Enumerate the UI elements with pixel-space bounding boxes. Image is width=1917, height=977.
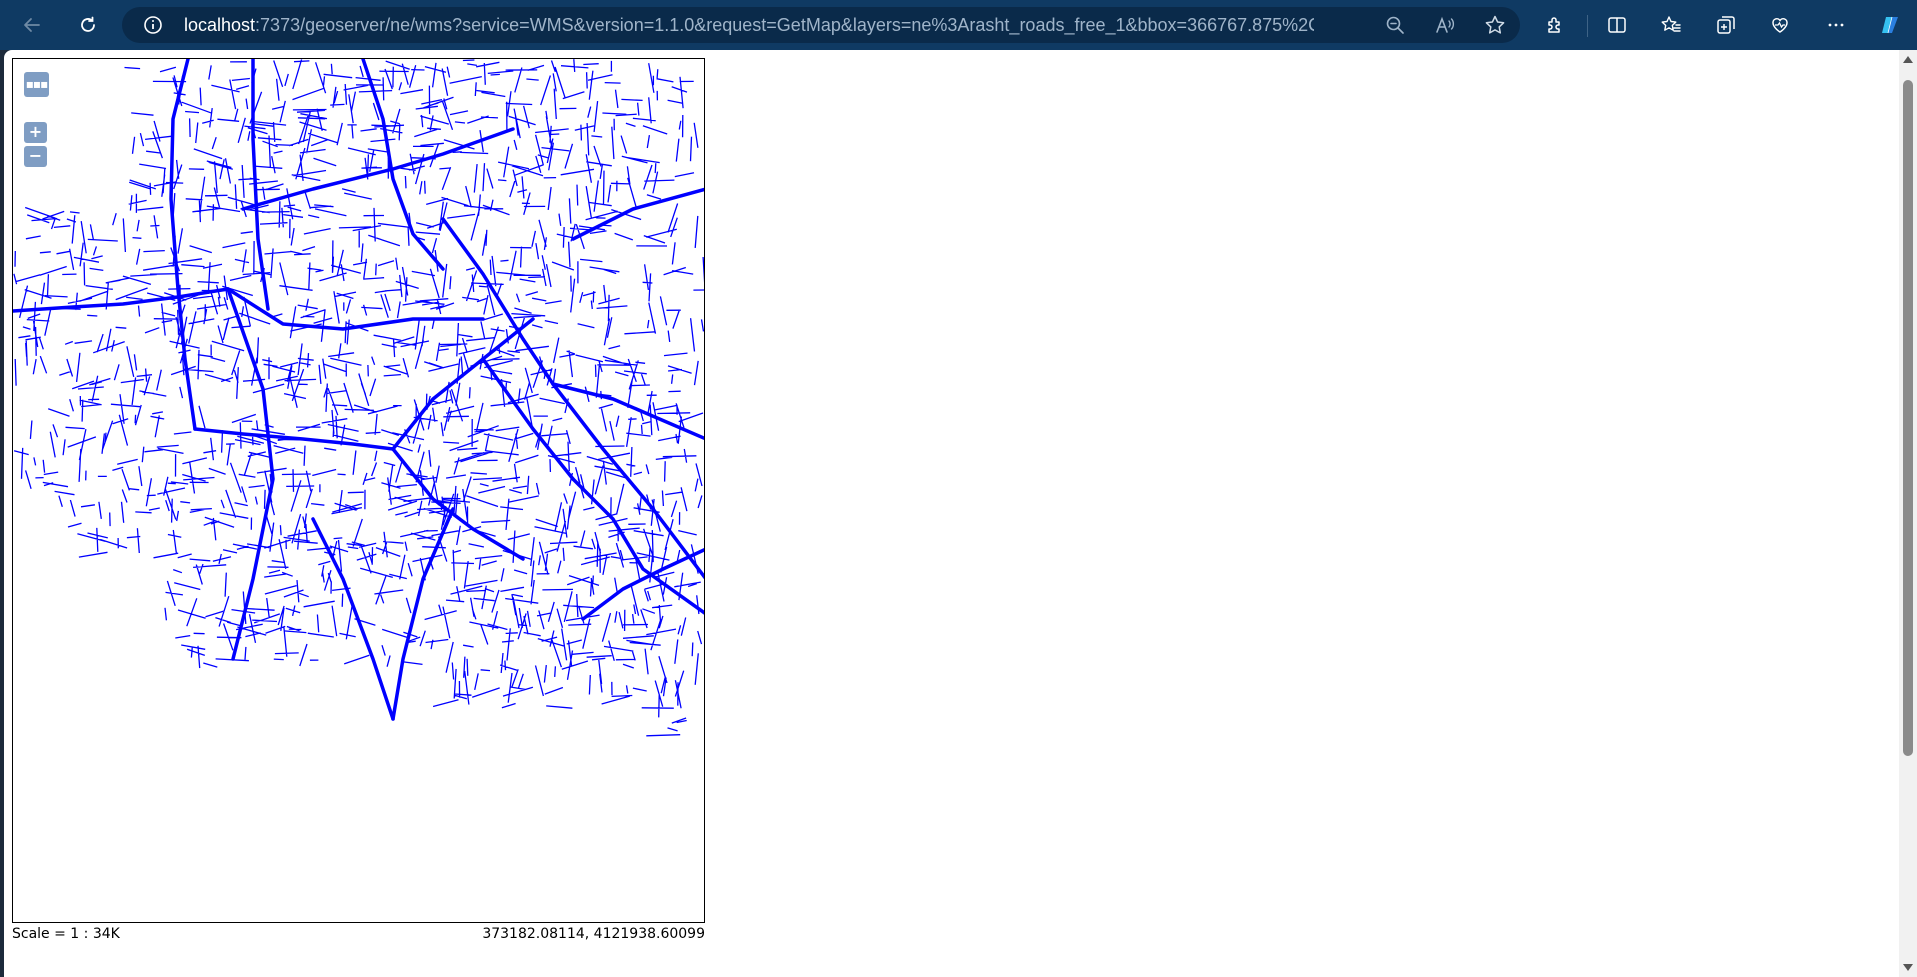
mouse-coordinates: 373182.08114, 4121938.60099	[482, 926, 705, 942]
zoom-out-icon[interactable]	[1384, 14, 1406, 36]
scrollbar-thumb[interactable]	[1903, 80, 1913, 756]
page-viewport: ▪▪▪ + − Scale = 1 : 34K 373182.08114, 41…	[4, 50, 1917, 977]
copilot-icon[interactable]	[1872, 7, 1908, 43]
url-path: :7373/geoserver/ne/wms?service=WMS&versi…	[255, 15, 1314, 35]
url-host: localhost	[184, 15, 256, 35]
browser-essentials-icon[interactable]	[1762, 7, 1798, 43]
road-network-layer	[13, 59, 704, 922]
scroll-down-arrow-icon[interactable]	[1903, 964, 1913, 971]
favorite-star-icon[interactable]	[1484, 14, 1506, 36]
address-bar[interactable]: localhost:7373/geoserver/ne/wms?service=…	[122, 7, 1520, 43]
back-icon[interactable]	[14, 7, 50, 43]
more-icon[interactable]	[1818, 7, 1854, 43]
zoom-in-button[interactable]: +	[24, 122, 47, 143]
refresh-icon[interactable]	[70, 7, 106, 43]
collections-icon[interactable]	[1708, 7, 1744, 43]
zoom-out-button[interactable]: −	[24, 146, 47, 167]
browser-toolbar: localhost:7373/geoserver/ne/wms?service=…	[0, 0, 1917, 50]
scale-label: Scale = 1 : 34K	[12, 926, 120, 942]
wms-map[interactable]: ▪▪▪ + −	[12, 58, 705, 923]
info-icon[interactable]	[142, 14, 164, 36]
read-aloud-icon[interactable]	[1434, 14, 1456, 36]
split-screen-icon[interactable]	[1599, 7, 1635, 43]
toolbar-divider	[1587, 15, 1588, 37]
scroll-up-arrow-icon[interactable]	[1903, 56, 1913, 63]
favorites-icon[interactable]	[1653, 7, 1689, 43]
vertical-scrollbar[interactable]	[1899, 50, 1917, 977]
map-footer: Scale = 1 : 34K 373182.08114, 4121938.60…	[12, 924, 705, 944]
layer-switcher-toggle[interactable]: ▪▪▪	[24, 72, 49, 97]
url-text[interactable]: localhost:7373/geoserver/ne/wms?service=…	[184, 7, 1314, 43]
extensions-icon[interactable]	[1537, 7, 1573, 43]
